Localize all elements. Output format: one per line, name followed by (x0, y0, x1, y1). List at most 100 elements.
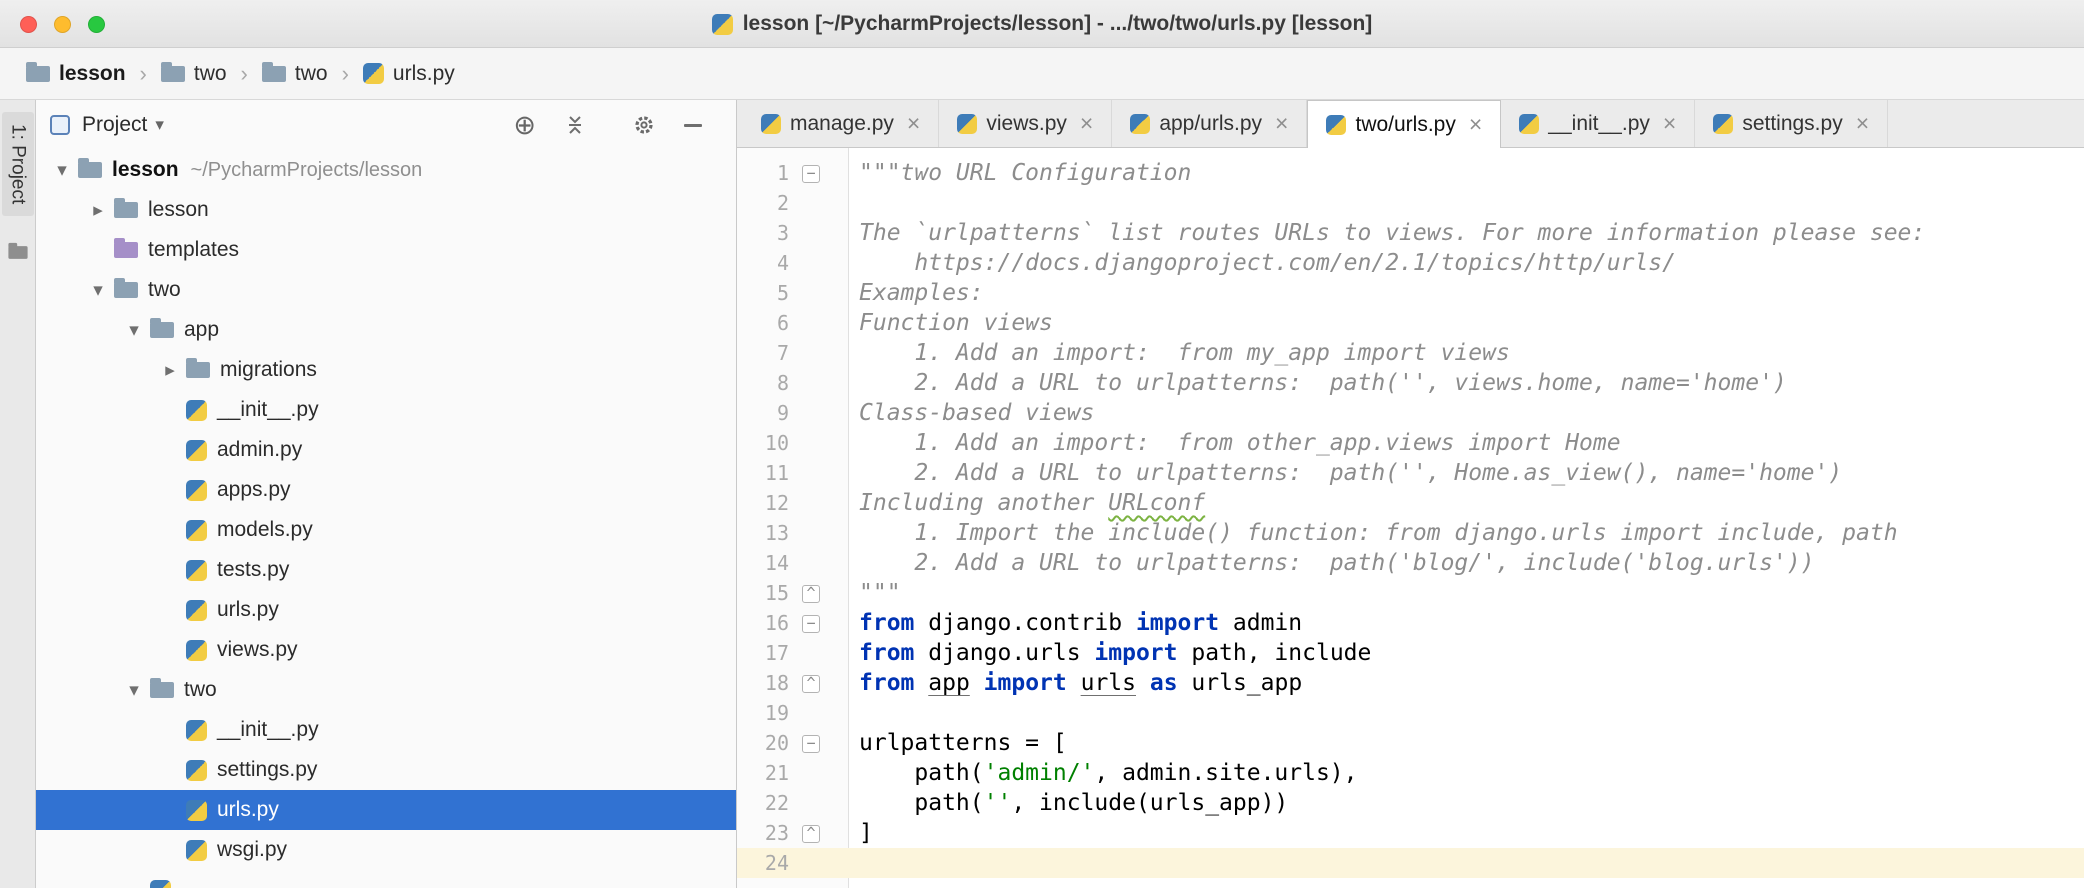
code-text: Class-based views (859, 400, 1095, 426)
line-number: 17 (764, 641, 789, 665)
code-line-24[interactable]: 24 (737, 848, 2084, 878)
tree-item-label: app (184, 318, 220, 341)
code-line-14[interactable]: 14 2. Add a URL to urlpatterns: path('bl… (737, 548, 2084, 578)
code-line-3[interactable]: 3 The `urlpatterns` list routes URLs to v… (737, 218, 2084, 248)
tree-item-app[interactable]: app (36, 310, 736, 350)
code-line-9[interactable]: 9 Class-based views (737, 398, 2084, 428)
chevron-expanded-icon[interactable] (118, 679, 150, 702)
close-tab-icon[interactable] (1856, 112, 1869, 135)
project-tool-button[interactable]: 1: Project (1, 112, 34, 217)
tree-item-urls-py[interactable]: urls.py (36, 790, 736, 830)
breadcrumb-item-lesson[interactable]: lesson (26, 61, 126, 86)
project-panel-title[interactable]: Project (82, 113, 147, 137)
code-line-10[interactable]: 10 1. Add an import: from other_app.view… (737, 428, 2084, 458)
fold-start-icon[interactable] (795, 608, 827, 638)
code-line-1[interactable]: 1 """two URL Configuration (737, 158, 2084, 188)
fold-end-icon[interactable] (795, 578, 827, 608)
editor-tab-two-urls-py[interactable]: two/urls.py (1307, 100, 1502, 148)
code-editor[interactable]: 1"""two URL Configuration23The `urlpatte… (737, 148, 2084, 888)
chevron-collapsed-icon[interactable] (82, 199, 114, 222)
tree-item-partial[interactable] (36, 870, 736, 888)
python-file-icon (186, 639, 207, 661)
code-line-20[interactable]: 20 urlpatterns = [ (737, 728, 2084, 758)
close-tab-icon[interactable] (1080, 112, 1093, 135)
gear-icon[interactable] (632, 113, 656, 137)
code-text: Examples: (859, 280, 984, 306)
tree-item-templates[interactable]: templates (36, 230, 736, 270)
stripe-folder-icon[interactable] (7, 243, 28, 263)
chevron-down-icon[interactable] (155, 115, 164, 135)
tree-item-views-py[interactable]: views.py (36, 630, 736, 670)
tree-item-tests-py[interactable]: tests.py (36, 550, 736, 590)
tree-item-urls-py[interactable]: urls.py (36, 590, 736, 630)
tree-item-apps-py[interactable]: apps.py (36, 470, 736, 510)
tree-item-admin-py[interactable]: admin.py (36, 430, 736, 470)
editor-tab-label: two/urls.py (1355, 112, 1456, 136)
close-tab-icon[interactable] (1275, 112, 1288, 135)
close-tab-icon[interactable] (907, 112, 920, 135)
fold-start-icon[interactable] (795, 728, 827, 758)
tree-item-models-py[interactable]: models.py (36, 510, 736, 550)
code-line-16[interactable]: 16 from django.contrib import admin (737, 608, 2084, 638)
chevron-expanded-icon[interactable] (118, 319, 150, 342)
code-line-23[interactable]: 23] (737, 818, 2084, 848)
code-line-6[interactable]: 6 Function views (737, 308, 2084, 338)
breadcrumb-item-two[interactable]: two (261, 61, 328, 86)
code-text: https://docs.djangoproject.com/en/2.1/to… (859, 250, 1676, 276)
folder-icon (150, 318, 174, 338)
chevron-expanded-icon[interactable] (82, 279, 114, 302)
line-number: 6 (776, 311, 789, 335)
tree-item-wsgi-py[interactable]: wsgi.py (36, 830, 736, 870)
code-line-8[interactable]: 8 2. Add a URL to urlpatterns: path('', … (737, 368, 2084, 398)
tree-item-init-py[interactable]: __init__.py (36, 710, 736, 750)
project-panel-header: Project (36, 100, 736, 150)
tree-item-lesson[interactable]: lesson ~/PycharmProjects/lesson (36, 150, 736, 190)
chevron-expanded-icon[interactable] (46, 159, 78, 182)
code-text: from django.urls import path, include (859, 640, 1372, 666)
code-line-2[interactable]: 2 (737, 188, 2084, 218)
code-line-18[interactable]: 18 from app import urls as urls_app (737, 668, 2084, 698)
chevron-collapsed-icon[interactable] (154, 359, 186, 382)
code-line-13[interactable]: 13 1. Import the include() function: fro… (737, 518, 2084, 548)
code-line-4[interactable]: 4 https://docs.djangoproject.com/en/2.1/… (737, 248, 2084, 278)
close-tab-icon[interactable] (1663, 112, 1676, 135)
locate-icon[interactable] (513, 112, 536, 139)
tree-item-two[interactable]: two (36, 270, 736, 310)
code-line-19[interactable]: 19 (737, 698, 2084, 728)
hide-panel-icon[interactable] (684, 123, 702, 127)
breadcrumb-item-two[interactable]: two (160, 61, 227, 86)
fold-end-icon[interactable] (795, 818, 827, 848)
code-line-22[interactable]: 22 path('', include(urls_app)) (737, 788, 2084, 818)
python-file-icon (1326, 114, 1347, 135)
editor-tab-views-py[interactable]: views.py (939, 100, 1113, 147)
code-line-5[interactable]: 5 Examples: (737, 278, 2084, 308)
project-panel-actions (513, 112, 736, 139)
editor-tab-init-py[interactable]: __init__.py (1501, 100, 1696, 147)
fold-start-icon[interactable] (795, 158, 827, 188)
editor-tab-app-urls-py[interactable]: app/urls.py (1112, 100, 1308, 147)
code-line-7[interactable]: 7 1. Add an import: from my_app import v… (737, 338, 2084, 368)
python-file-icon (186, 439, 207, 461)
tree-item-lesson[interactable]: lesson (36, 190, 736, 230)
fold-end-icon[interactable] (795, 668, 827, 698)
tree-item-label: wsgi.py (217, 838, 288, 861)
python-file-icon (186, 559, 207, 581)
editor-tab-manage-py[interactable]: manage.py (743, 100, 940, 147)
breadcrumb-item-urls-py[interactable]: urls.py (362, 62, 455, 86)
code-line-21[interactable]: 21 path('admin/', admin.site.urls), (737, 758, 2084, 788)
code-line-17[interactable]: 17 from django.urls import path, include (737, 638, 2084, 668)
tree-item-two[interactable]: two (36, 670, 736, 710)
code-line-11[interactable]: 11 2. Add a URL to urlpatterns: path('',… (737, 458, 2084, 488)
tree-item-migrations[interactable]: migrations (36, 350, 736, 390)
titlebar: lesson [~/PycharmProjects/lesson] - .../… (0, 0, 2084, 48)
close-tab-icon[interactable] (1469, 113, 1482, 136)
code-line-12[interactable]: 12 Including another URLconf (737, 488, 2084, 518)
tree-item-init-py[interactable]: __init__.py (36, 390, 736, 430)
window-title-wrap: lesson [~/PycharmProjects/lesson] - .../… (0, 0, 2084, 48)
tree-item-settings-py[interactable]: settings.py (36, 750, 736, 790)
code-line-15[interactable]: 15 """ (737, 578, 2084, 608)
editor-tab-settings-py[interactable]: settings.py (1695, 100, 1889, 147)
collapse-all-icon[interactable] (564, 114, 586, 136)
